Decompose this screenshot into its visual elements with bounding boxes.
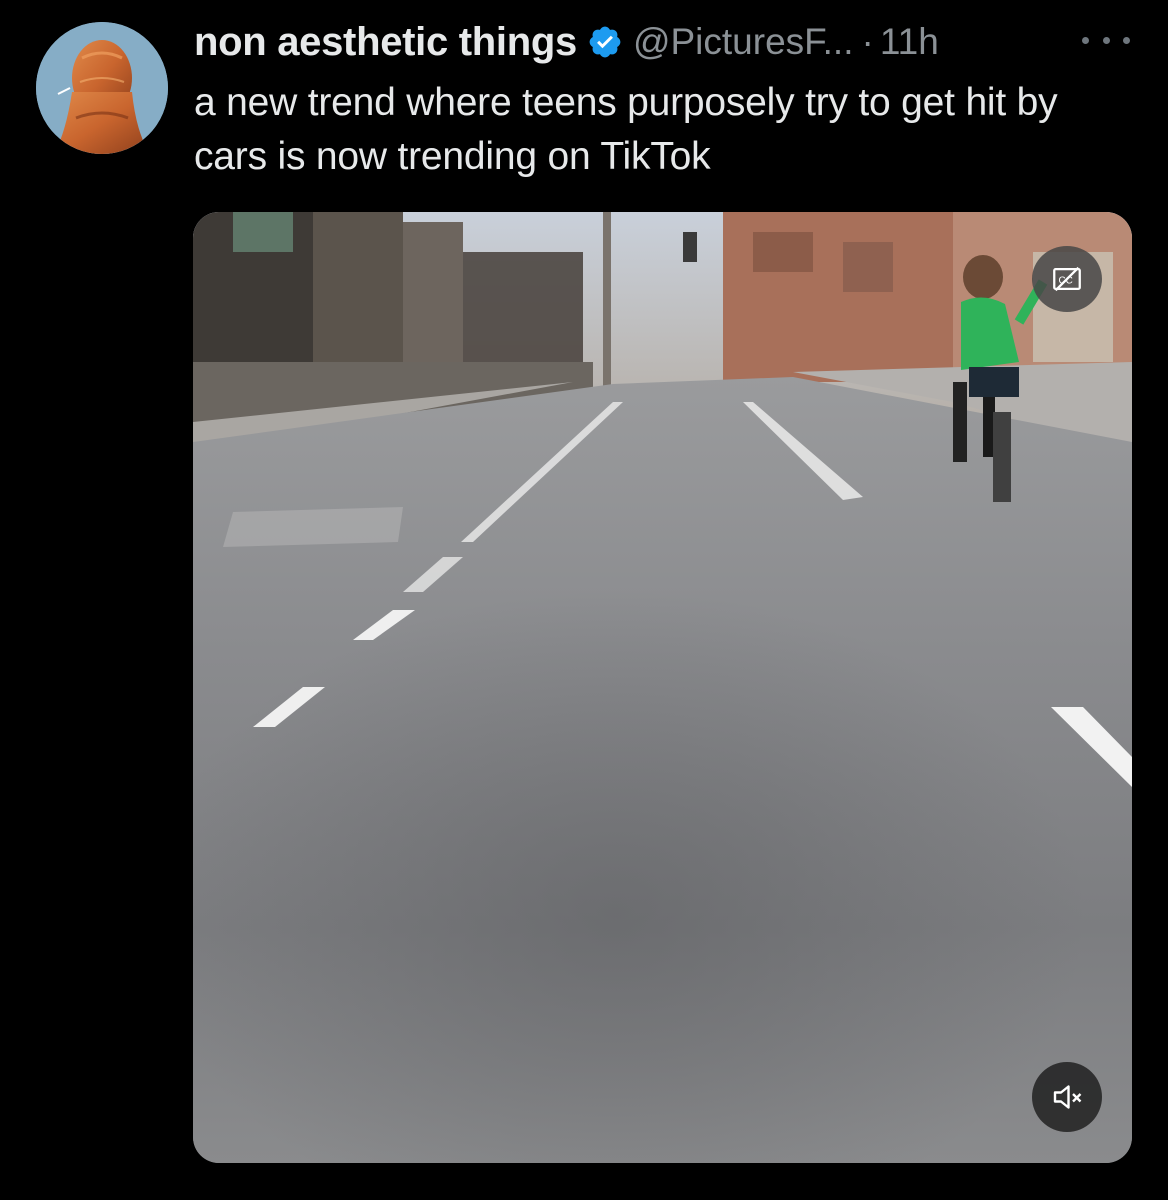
tweet-timestamp[interactable]: 11h bbox=[880, 16, 939, 68]
more-dot bbox=[1102, 36, 1110, 44]
video-player[interactable]: CC bbox=[193, 212, 1132, 1163]
captions-button[interactable]: CC bbox=[1032, 246, 1102, 312]
cc-off-icon: CC bbox=[1053, 266, 1081, 292]
avatar-image bbox=[36, 22, 168, 154]
more-dot bbox=[1123, 36, 1130, 44]
volume-muted-icon bbox=[1053, 1085, 1082, 1109]
author-avatar[interactable] bbox=[36, 22, 168, 154]
more-dot bbox=[1082, 36, 1089, 44]
separator-dot: · bbox=[861, 21, 874, 62]
video-frame bbox=[193, 212, 1132, 1163]
mute-button[interactable] bbox=[1032, 1062, 1102, 1132]
author-display-name[interactable]: non aesthetic things bbox=[194, 16, 577, 68]
more-options-icon[interactable] bbox=[1082, 26, 1130, 54]
tweet[interactable]: non aesthetic things @PicturesF... · 11h… bbox=[0, 0, 1168, 1200]
tweet-text: a new trend where teens purposely try to… bbox=[194, 81, 1058, 178]
author-handle[interactable]: @PicturesF... bbox=[633, 16, 854, 68]
tweet-header: non aesthetic things @PicturesF... · 11h bbox=[194, 16, 939, 68]
verified-badge-icon bbox=[587, 24, 623, 60]
